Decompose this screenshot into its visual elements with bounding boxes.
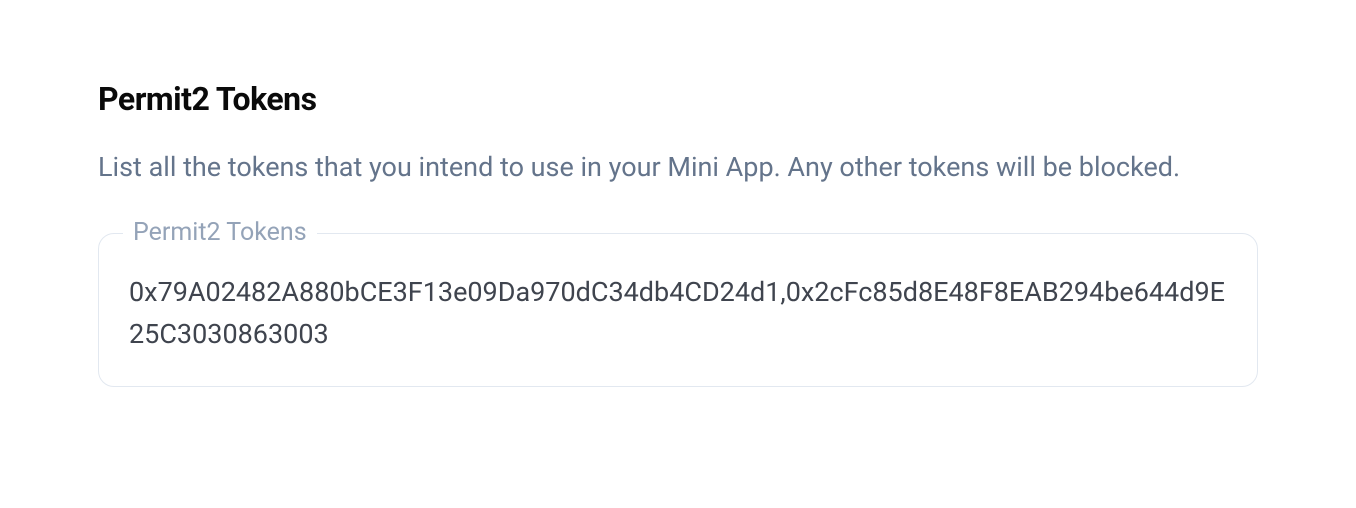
section-description: List all the tokens that you intend to u…: [98, 146, 1258, 189]
section-title: Permit2 Tokens: [98, 80, 1258, 118]
field-label: Permit2 Tokens: [123, 218, 317, 247]
permit2-tokens-input[interactable]: 0x79A02482A880bCE3F13e09Da970dC34db4CD24…: [129, 272, 1227, 356]
permit2-tokens-field[interactable]: Permit2 Tokens 0x79A02482A880bCE3F13e09D…: [98, 233, 1258, 387]
